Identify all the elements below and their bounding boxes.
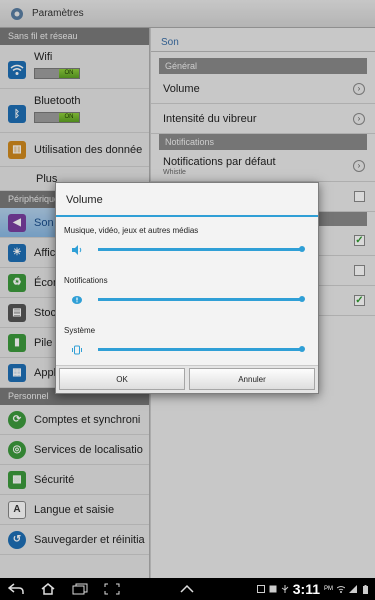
notification-volume-label: Notifications [64,276,108,285]
screenshot-icon[interactable] [102,581,122,597]
chevron-up-icon[interactable] [180,581,194,599]
phone-vibrate-icon [70,343,84,357]
system-volume-row: Système [64,321,310,371]
system-volume-slider[interactable] [98,346,305,352]
ok-button[interactable]: OK [59,368,185,390]
image-notification-icon [256,585,265,594]
status-area[interactable]: 3:11 PM [256,578,369,600]
speaker-icon [70,243,84,257]
system-navigation-bar: 3:11 PM [0,578,375,600]
notification-icon [70,293,84,307]
usb-icon [281,585,289,594]
battery-status-icon [361,584,369,594]
cell-signal-icon [349,585,357,594]
home-icon[interactable] [38,581,58,597]
back-icon[interactable] [6,581,26,597]
wifi-signal-icon [337,585,345,594]
clock-time: 3:11 [292,581,320,597]
gallery-notification-icon [269,585,277,594]
clock-ampm: PM [324,586,333,592]
recent-apps-icon[interactable] [70,581,90,597]
dialog-title: Volume [56,183,318,217]
media-volume-slider[interactable] [98,246,305,252]
notification-volume-slider[interactable] [98,296,305,302]
media-volume-label: Musique, vidéo, jeux et autres médias [64,226,199,235]
media-volume-row: Musique, vidéo, jeux et autres médias [64,221,310,271]
notification-volume-row: Notifications [64,271,310,321]
cancel-button[interactable]: Annuler [189,368,315,390]
volume-dialog: Volume Musique, vidéo, jeux et autres mé… [55,182,319,394]
system-volume-label: Système [64,326,96,335]
